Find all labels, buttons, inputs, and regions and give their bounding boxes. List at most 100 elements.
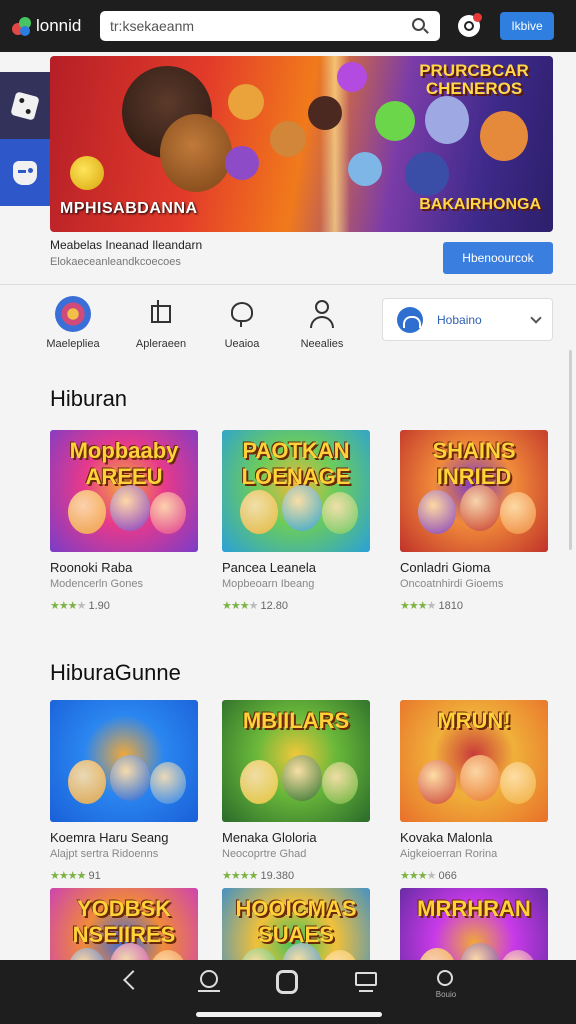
marketplace-icon <box>55 296 91 332</box>
game-card[interactable]: MRUN! Kovaka Malonla Aigkeioerran Rorina… <box>400 700 552 882</box>
rail-item-dice[interactable] <box>0 72 50 139</box>
banner-character <box>348 152 382 186</box>
game-title[interactable]: Pancea Leanela <box>222 560 374 575</box>
game-subtitle: Neocoprtre Ghad <box>222 848 307 860</box>
category-label: Ueaioa <box>224 338 260 350</box>
category-label: Apleraeen <box>135 338 187 350</box>
thumbnail-character <box>418 490 456 534</box>
banner-character <box>308 96 342 130</box>
thumbnail-character <box>68 760 106 804</box>
rating-stars: ★★★★ <box>222 870 258 882</box>
game-card[interactable]: Mopbaaby AREEU Roonoki Raba Modencerln G… <box>50 430 202 612</box>
info-subtitle: Elokaeceanleandkcoecoes <box>50 256 181 268</box>
profile-icon[interactable] <box>437 970 453 986</box>
banner-character <box>405 152 449 196</box>
thumbnail-character <box>418 760 456 804</box>
banner-brand: BAKAIRHONGA <box>419 196 541 213</box>
banner-info: Meabelas Ineanad Ileandarn Elokaeceanlea… <box>50 236 553 280</box>
top-bar: lonnid tr:ksekaeanm Ikbive <box>0 0 576 52</box>
search-nav-base <box>198 990 220 996</box>
banner-character <box>270 121 306 157</box>
game-title[interactable]: Koemra Haru Seang <box>50 830 202 845</box>
thumbnail-character <box>240 490 278 534</box>
game-thumbnail[interactable]: SHAINS INRIED <box>400 430 548 552</box>
game-rating: ★★★★ 1.90 <box>50 599 110 613</box>
search-value: tr:ksekaeanm <box>110 18 195 34</box>
banner-character <box>425 96 469 144</box>
game-card[interactable]: SHAINS INRIED Conladri Gioma Oncoatnhird… <box>400 430 552 612</box>
thumbnail-character <box>460 485 500 531</box>
category-apps[interactable]: Apleraeen <box>125 296 197 350</box>
game-title[interactable]: Conladri Gioma <box>400 560 552 575</box>
banner-character <box>375 101 415 141</box>
game-rating: ★★★★ 12.80 <box>222 599 288 613</box>
search-input[interactable]: tr:ksekaeanm <box>100 11 440 41</box>
dice-icon <box>10 90 40 121</box>
banner-character <box>225 146 259 180</box>
game-card[interactable]: PAOTKAN LOENAGE Pancea Leanela Mopbeoarn… <box>222 430 374 612</box>
banner-logo-text: PRURCBCAR CHENEROS <box>419 61 529 98</box>
rating-stars: ★★★★ <box>400 870 436 882</box>
game-thumbnail[interactable]: Mopbaaby AREEU <box>50 430 198 552</box>
game-rating: ★★★★ 19.380 <box>222 869 295 883</box>
thumbnail-character <box>282 485 322 531</box>
section-title: Hiburan <box>50 386 128 411</box>
game-subtitle: Modencerln Gones <box>50 578 143 590</box>
scrollbar[interactable] <box>569 350 572 550</box>
thumbnail-character <box>460 755 500 801</box>
game-thumbnail[interactable]: MBIILARS <box>222 700 370 822</box>
rail-item-gamepad[interactable] <box>0 139 50 206</box>
thumbnail-character <box>240 760 278 804</box>
category-favorites[interactable]: Ueaioa <box>206 296 278 350</box>
game-card[interactable]: Koemra Haru Seang Alajpt sertra Ridoenns… <box>50 700 202 882</box>
thumbnail-character <box>110 755 150 801</box>
category-marketplace[interactable]: Maelepliea <box>37 296 109 350</box>
platform-select[interactable]: Hobaino <box>382 298 553 341</box>
app-logo[interactable]: lonnid <box>10 15 92 37</box>
game-rating: ★★★★ 1810 <box>400 599 463 613</box>
info-action-button[interactable]: Hbenoourcok <box>443 242 553 274</box>
search-nav-icon[interactable] <box>200 970 218 988</box>
favorite-icon <box>224 296 260 332</box>
divider <box>0 284 576 285</box>
category-label: Neealies <box>300 338 344 350</box>
game-title[interactable]: Menaka Gloloria <box>222 830 374 845</box>
game-thumbnail[interactable]: PAOTKAN LOENAGE <box>222 430 370 552</box>
chevron-down-icon[interactable] <box>530 311 542 324</box>
info-title: Meabelas Ineanad Ileandarn <box>50 238 203 252</box>
game-subtitle: Alajpt sertra Ridoenns <box>50 848 159 860</box>
banner-title: MPHISABDANNA <box>60 200 198 217</box>
category-user[interactable]: Neealies <box>286 296 358 350</box>
game-title[interactable]: Roonoki Raba <box>50 560 202 575</box>
gamepad-icon <box>13 160 37 185</box>
game-rating: ★★★★ 91 <box>50 869 101 883</box>
header-action-button[interactable]: Ikbive <box>500 12 554 40</box>
tv-icon[interactable] <box>355 972 377 986</box>
thumbnail-character <box>322 492 358 534</box>
game-rating: ★★★★ 066 <box>400 869 457 883</box>
game-thumbnail[interactable] <box>50 700 198 822</box>
thumbnail-character <box>322 762 358 804</box>
game-title[interactable]: Kovaka Malonla <box>400 830 552 845</box>
banner-character <box>228 84 264 120</box>
thumbnail-character <box>500 492 536 534</box>
rating-stars: ★★★★ <box>50 870 86 882</box>
side-rail <box>0 72 50 206</box>
game-subtitle: Oncoatnhirdi Gioems <box>400 578 504 590</box>
rating-stars: ★★★★ <box>222 600 258 612</box>
user-icon <box>304 296 340 332</box>
home-icon[interactable] <box>276 970 298 994</box>
game-card[interactable]: MBIILARS Menaka Gloloria Neocoprtre Ghad… <box>222 700 374 882</box>
category-label: Maelepliea <box>46 338 100 350</box>
thumbnail-character <box>500 762 536 804</box>
notification-icon[interactable] <box>458 13 482 37</box>
banner-character <box>70 156 104 190</box>
game-subtitle: Aigkeioerran Rorina <box>400 848 498 860</box>
hero-banner[interactable]: PRURCBCAR CHENEROS MPHISABDANNA BAKAIRHO… <box>50 56 553 232</box>
banner-character <box>480 111 528 161</box>
rating-stars: ★★★★ <box>400 600 436 612</box>
rating-stars: ★★★★ <box>50 600 86 612</box>
game-thumbnail[interactable]: MRUN! <box>400 700 548 822</box>
home-indicator[interactable] <box>196 1012 382 1017</box>
search-icon[interactable] <box>410 16 430 36</box>
